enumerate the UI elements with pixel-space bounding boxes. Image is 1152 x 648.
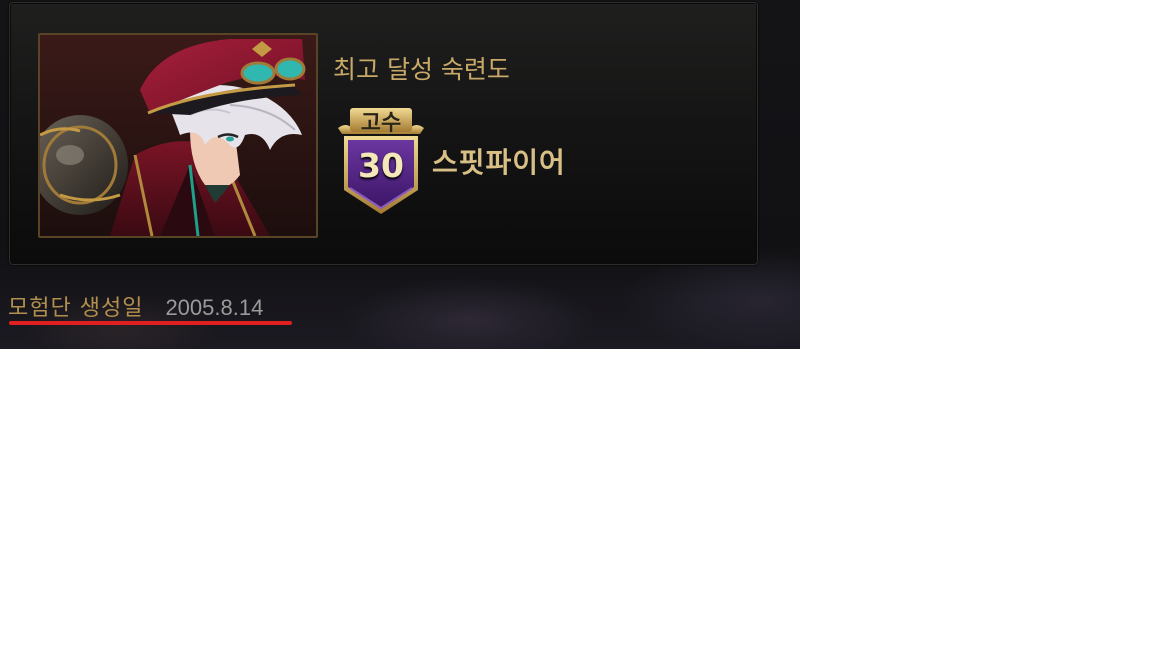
red-underline-annotation xyxy=(9,321,292,325)
adventure-profile-panel: 최고 달성 숙련도 고수 30 스핏파이어 모험단 생성일 2005.8.14 xyxy=(0,0,800,349)
founded-date: 2005.8.14 xyxy=(165,295,264,320)
mastery-level: 30 xyxy=(358,146,404,185)
skill-name: 스핏파이어 xyxy=(432,146,566,179)
founded-row: 모험단 생성일 2005.8.14 xyxy=(8,290,264,321)
character-portrait xyxy=(38,33,318,238)
rank-badge: 고수 30 xyxy=(336,102,426,218)
rank-label: 고수 xyxy=(360,111,402,136)
founded-label: 모험단 생성일 xyxy=(8,296,144,321)
mastery-heading: 최고 달성 숙련도 xyxy=(333,55,510,84)
